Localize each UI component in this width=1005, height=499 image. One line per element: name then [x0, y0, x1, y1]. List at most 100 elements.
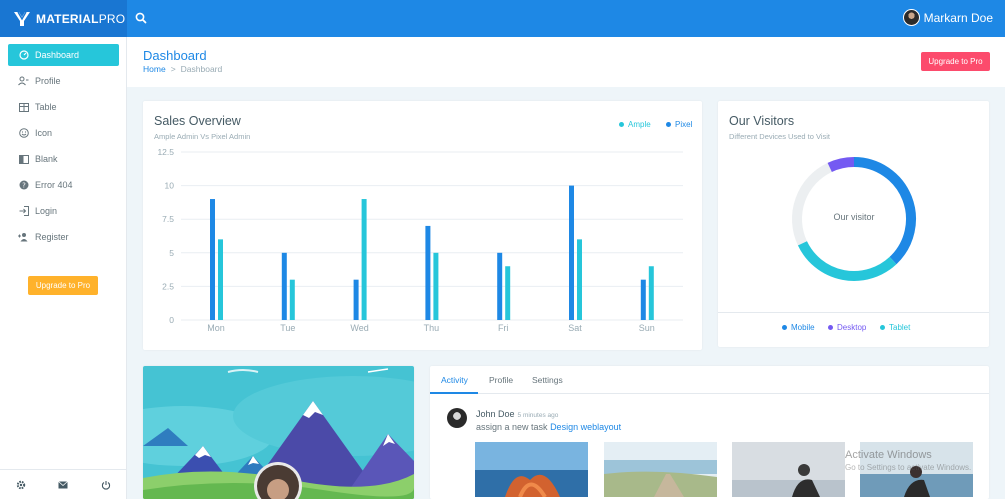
mountain-illustration	[143, 366, 414, 499]
sidebar-item-dashboard[interactable]: Dashboard	[8, 44, 119, 66]
activity-user-name[interactable]: John Doe	[476, 409, 515, 419]
tab-profile[interactable]: Profile	[489, 375, 513, 385]
sidebar-item-label: Error 404	[35, 180, 73, 190]
user-menu[interactable]: Markarn Doe	[902, 9, 993, 26]
bar-pixel-tue	[281, 252, 287, 320]
visitors-title: Our Visitors	[729, 114, 795, 128]
bar-ample-tue	[289, 279, 295, 320]
bar-ample-sun	[648, 266, 654, 320]
y-tick-label: 7.5	[162, 214, 174, 224]
top-bar: MATERIALPRO Markarn Doe	[0, 0, 1005, 37]
bar-pixel-mon	[210, 199, 215, 320]
activity-photo-1[interactable]	[475, 442, 588, 497]
legend-label-mobile: Mobile	[791, 323, 815, 332]
sidebar-item-icon[interactable]: Icon	[8, 122, 119, 144]
sidebar-item-login[interactable]: Login	[8, 200, 119, 222]
divider	[718, 312, 989, 313]
bar-ample-mon	[218, 239, 223, 320]
table-icon	[18, 102, 29, 113]
avatar	[902, 9, 920, 26]
sidebar-upgrade-button[interactable]: Upgrade to Pro	[28, 276, 98, 295]
sidebar-item-profile[interactable]: Profile	[8, 70, 119, 92]
donut-slice-tablet	[797, 240, 897, 281]
sales-bar-chart: 0 2.5 5 7.5 10 12.5 Mon Tue Wed Thu Fri Sat Sun	[157, 147, 683, 333]
sidebar-item-label: Table	[35, 102, 57, 112]
smile-icon	[18, 128, 29, 139]
sidebar-item-blank[interactable]: Blank	[8, 148, 119, 170]
logo-icon	[14, 11, 30, 26]
upgrade-to-pro-button[interactable]: Upgrade to Pro	[921, 52, 990, 71]
mail-icon[interactable]	[58, 480, 69, 490]
activity-card: Activity Profile Settings John Doe 5 minu…	[430, 366, 989, 499]
sidebar-item-register[interactable]: Register	[8, 226, 119, 248]
legend-desktop: Desktop	[828, 323, 866, 332]
tab-settings[interactable]: Settings	[532, 375, 563, 385]
brand-logo[interactable]: MATERIALPRO	[0, 0, 127, 37]
tab-bar: Activity Profile Settings	[430, 366, 989, 394]
activity-user: John Doe 5 minutes ago	[476, 409, 558, 419]
login-icon	[18, 206, 29, 217]
breadcrumb-separator: >	[170, 64, 176, 74]
sidebar-item-table[interactable]: Table	[8, 96, 119, 118]
bar-ample-fri	[505, 266, 511, 320]
sidebar-item-label: Login	[35, 206, 58, 216]
power-icon[interactable]	[101, 480, 111, 490]
y-tick-label: 5	[169, 248, 174, 258]
donut-center-label: Our visitor	[833, 212, 875, 222]
legend-swatch-desktop	[828, 325, 833, 330]
page-header: Dashboard Home > Dashboard Upgrade to Pro	[127, 37, 1005, 87]
legend-tablet: Tablet	[880, 323, 910, 332]
sidebar-item-label: Profile	[35, 76, 61, 86]
sidebar-item-label: Register	[35, 232, 69, 242]
bar-pixel-sun	[640, 279, 646, 320]
activity-task-link[interactable]: Design weblayout	[550, 422, 621, 432]
activity-photo-2[interactable]	[604, 442, 717, 497]
x-tick-label: Wed	[350, 323, 368, 333]
dashboard-icon	[18, 50, 29, 61]
activity-time: 5 minutes ago	[517, 412, 559, 419]
bar-ample-thu	[433, 252, 439, 320]
sidebar-item-label: Dashboard	[35, 50, 80, 60]
legend-label-desktop: Desktop	[837, 323, 867, 332]
search-icon[interactable]	[134, 11, 148, 25]
bar-pixel-sat	[569, 185, 574, 320]
active-tab-indicator	[430, 392, 478, 394]
activity-photo-3[interactable]	[732, 442, 845, 497]
breadcrumb-current: Dashboard	[180, 64, 223, 74]
activity-task-prefix: assign a new task	[476, 422, 548, 432]
os-activation-watermark-title: Activate Windows	[845, 449, 932, 461]
register-icon	[18, 232, 29, 243]
y-tick-label: 12.5	[157, 147, 174, 157]
bar-pixel-wed	[353, 279, 359, 320]
os-activation-watermark-text: Go to Settings to activate Windows.	[845, 463, 972, 472]
avatar	[447, 408, 467, 428]
visitors-subtitle: Different Devices Used to Visit	[729, 132, 831, 141]
x-tick-label: Sun	[639, 323, 655, 333]
legend-mobile: Mobile	[782, 323, 815, 332]
legend-swatch-tablet	[880, 325, 885, 330]
bar-ample-wed	[361, 199, 367, 320]
help-icon: ?	[18, 180, 29, 191]
user-name: Markarn Doe	[923, 10, 993, 25]
x-tick-label: Sat	[568, 323, 582, 333]
tab-activity[interactable]: Activity	[441, 375, 468, 385]
sidebar-footer	[0, 469, 127, 499]
sales-overview-card: Sales Overview Ample Admin Vs Pixel Admi…	[143, 101, 702, 350]
y-tick-label: 10	[165, 181, 175, 191]
donut-slice-background	[792, 162, 833, 246]
mountain-illustration-card	[143, 366, 414, 499]
sidebar-item-error-404[interactable]: ? Error 404	[8, 174, 119, 196]
sidebar: Dashboard Profile Table Icon Blank ? Err…	[0, 37, 127, 499]
breadcrumb-home-link[interactable]: Home	[143, 64, 166, 74]
gear-icon[interactable]	[16, 480, 26, 490]
legend-swatch-mobile	[782, 325, 787, 330]
x-tick-label: Thu	[424, 323, 440, 333]
activity-text: assign a new task Design weblayout	[476, 422, 621, 432]
sidebar-item-label: Blank	[35, 154, 58, 164]
user-icon	[18, 76, 29, 87]
bar-pixel-thu	[425, 225, 431, 320]
breadcrumb: Home > Dashboard	[143, 64, 222, 74]
legend-label-tablet: Tablet	[889, 323, 911, 332]
visitors-card: Our Visitors Different Devices Used to V…	[718, 101, 989, 347]
svg-text:?: ?	[22, 182, 26, 190]
